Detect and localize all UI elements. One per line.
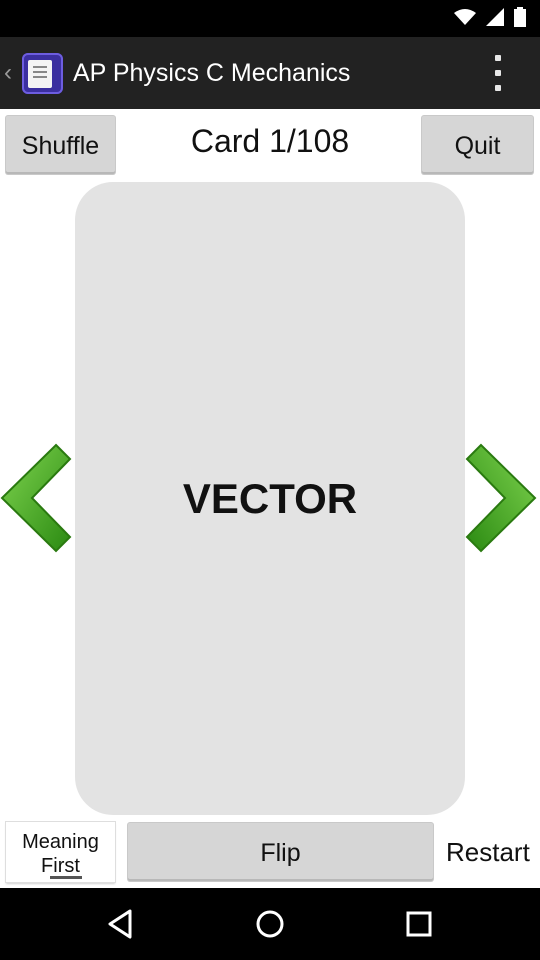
flip-button[interactable]: Flip — [128, 823, 433, 881]
quit-button[interactable]: Quit — [422, 116, 533, 174]
flashcard[interactable]: VECTOR — [75, 182, 465, 815]
back-triangle-icon[interactable] — [106, 908, 134, 940]
meaning-first-label-line2: First — [41, 855, 80, 877]
signal-icon — [486, 8, 504, 26]
meaning-first-toggle[interactable]: Meaning First — [6, 822, 115, 882]
status-icons — [454, 7, 526, 27]
battery-icon — [514, 7, 526, 27]
flashcard-app-icon[interactable] — [22, 53, 63, 94]
meaning-first-label-line1: Meaning — [22, 831, 99, 853]
restart-button[interactable]: Restart — [440, 823, 540, 881]
recents-square-icon[interactable] — [405, 910, 433, 938]
next-card-arrow-icon[interactable] — [465, 443, 537, 553]
previous-card-arrow-icon[interactable] — [0, 443, 72, 553]
back-chevron-icon[interactable]: ‹ — [4, 60, 18, 86]
card-term: VECTOR — [182, 475, 358, 522]
overflow-menu-icon[interactable] — [486, 55, 510, 91]
toggle-indicator — [50, 876, 82, 879]
system-nav-bar — [0, 888, 540, 960]
home-circle-icon[interactable] — [254, 908, 286, 940]
shuffle-button[interactable]: Shuffle — [6, 116, 115, 174]
action-bar: ‹ AP Physics C Mechanics — [0, 37, 540, 109]
status-bar — [0, 0, 540, 37]
app-title: AP Physics C Mechanics — [73, 59, 351, 87]
card-counter: Card 1/108 — [190, 123, 350, 159]
wifi-icon — [454, 8, 476, 26]
